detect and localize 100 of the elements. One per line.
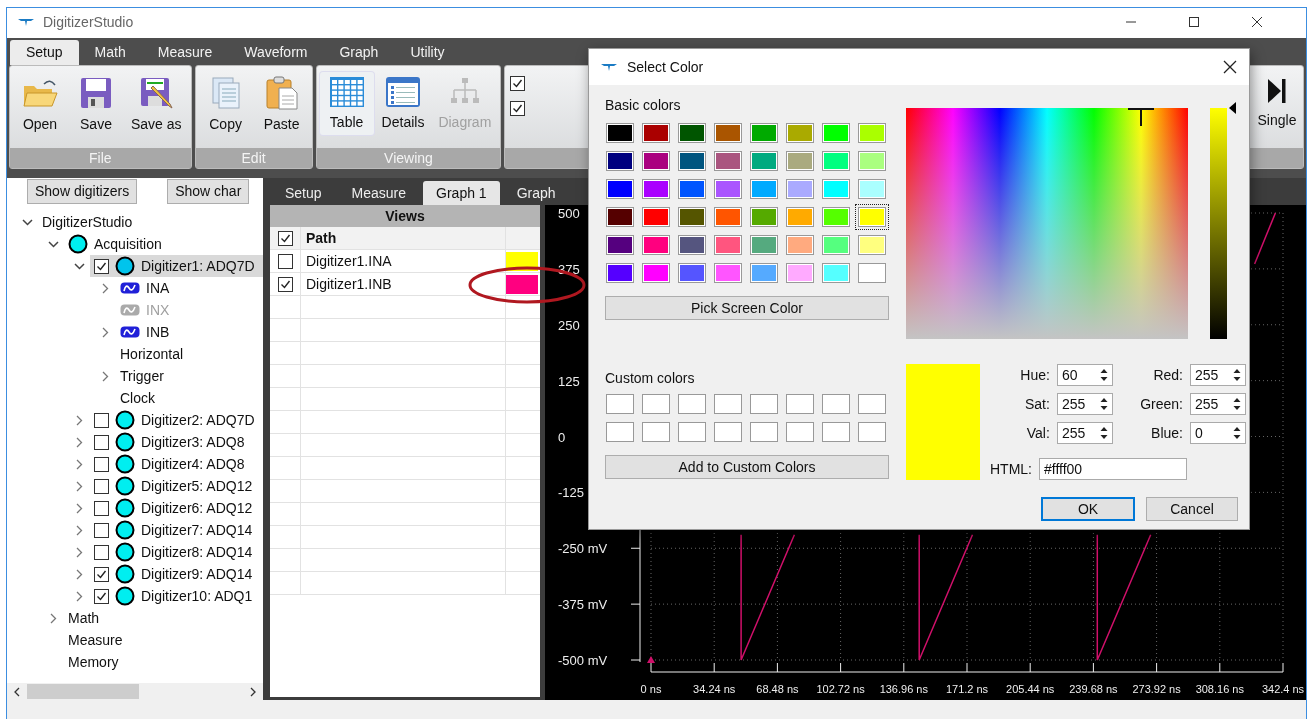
tree-item[interactable]: INB: [120, 323, 174, 341]
color-swatch[interactable]: [783, 419, 817, 445]
color-swatch[interactable]: [639, 120, 673, 146]
checkbox[interactable]: [94, 566, 109, 582]
color-swatch[interactable]: [783, 391, 817, 417]
color-swatch[interactable]: [747, 204, 781, 230]
number-field[interactable]: 255: [1056, 393, 1113, 415]
pick-screen-color-button[interactable]: Pick Screen Color: [605, 296, 889, 320]
color-swatch[interactable]: [711, 391, 745, 417]
ribbon-button[interactable]: Save: [69, 72, 123, 137]
ribbon-button[interactable]: Paste: [254, 72, 309, 137]
color-swatch[interactable]: [711, 176, 745, 202]
color-swatch[interactable]: [675, 176, 709, 202]
slider-arrow-icon[interactable]: [1229, 102, 1236, 114]
panel-tab[interactable]: Graph: [503, 181, 569, 205]
color-swatch[interactable]: [639, 419, 673, 445]
tree-item[interactable]: Digitizer5: ADQ12: [94, 475, 257, 497]
color-swatch[interactable]: [819, 232, 853, 258]
panel-tab[interactable]: Graph 1: [423, 181, 500, 205]
color-swatch[interactable]: [747, 260, 781, 286]
tree-item[interactable]: INA: [120, 279, 174, 297]
color-spectrum[interactable]: [906, 108, 1188, 339]
menu-tab[interactable]: Graph: [323, 40, 395, 65]
color-swatch[interactable]: [603, 176, 637, 202]
checkbox[interactable]: [94, 500, 109, 516]
color-swatch[interactable]: [711, 260, 745, 286]
color-swatch[interactable]: [711, 232, 745, 258]
spin-arrows-icon[interactable]: [1231, 396, 1243, 412]
color-swatch[interactable]: [855, 148, 889, 174]
color-swatch[interactable]: [506, 274, 538, 294]
checkbox[interactable]: [94, 544, 109, 560]
color-swatch[interactable]: [783, 232, 817, 258]
color-swatch[interactable]: [675, 120, 709, 146]
tree-item[interactable]: Digitizer8: ADQ14: [94, 541, 257, 563]
scrollbar[interactable]: [7, 683, 263, 700]
tree-item[interactable]: DigitizerStudio: [42, 213, 137, 231]
tree-item[interactable]: Digitizer1: ADQ7D: [90, 255, 263, 277]
chevron-down-icon[interactable]: [47, 240, 59, 248]
color-swatch[interactable]: [747, 391, 781, 417]
color-swatch[interactable]: [639, 176, 673, 202]
color-swatch[interactable]: [783, 260, 817, 286]
checkbox[interactable]: [94, 478, 109, 494]
input-field[interactable]: #ffff00: [1039, 458, 1187, 480]
color-swatch[interactable]: [639, 148, 673, 174]
chevron-right-icon[interactable]: [75, 546, 83, 558]
panel-button[interactable]: Show char: [167, 179, 250, 204]
color-swatch[interactable]: [783, 120, 817, 146]
color-swatch[interactable]: [603, 204, 637, 230]
checkbox[interactable]: [510, 76, 526, 91]
color-swatch[interactable]: [639, 204, 673, 230]
color-swatch[interactable]: [819, 204, 853, 230]
ribbon-button[interactable]: Details: [375, 72, 431, 135]
color-swatch[interactable]: [747, 176, 781, 202]
color-swatch[interactable]: [711, 204, 745, 230]
value-slider[interactable]: [1210, 108, 1227, 339]
color-swatch[interactable]: [747, 232, 781, 258]
color-swatch[interactable]: [783, 204, 817, 230]
number-field[interactable]: 255: [1056, 422, 1113, 444]
color-swatch[interactable]: [819, 148, 853, 174]
checkbox[interactable]: [94, 258, 109, 274]
menu-tab[interactable]: Math: [78, 40, 142, 65]
tree-item[interactable]: Digitizer10: ADQ1: [94, 585, 257, 607]
tree-item[interactable]: Memory: [68, 653, 123, 671]
checkbox[interactable]: [277, 230, 293, 246]
chevron-right-icon[interactable]: [75, 502, 83, 514]
color-swatch[interactable]: [819, 260, 853, 286]
color-swatch[interactable]: [639, 232, 673, 258]
color-swatch[interactable]: [603, 260, 637, 286]
panel-tab[interactable]: Setup: [272, 181, 335, 205]
checkbox[interactable]: [277, 253, 293, 269]
color-swatch[interactable]: [675, 260, 709, 286]
menu-tab[interactable]: Setup: [10, 40, 79, 65]
checkbox[interactable]: [94, 588, 109, 604]
color-swatch[interactable]: [711, 120, 745, 146]
chevron-down-icon[interactable]: [73, 262, 85, 270]
tree-item[interactable]: Digitizer6: ADQ12: [94, 497, 257, 519]
color-swatch[interactable]: [603, 419, 637, 445]
ribbon-button[interactable]: Single: [1250, 72, 1304, 133]
checkbox[interactable]: [94, 522, 109, 538]
checkbox[interactable]: [510, 101, 526, 116]
tree-item[interactable]: Digitizer7: ADQ14: [94, 519, 257, 541]
color-swatch[interactable]: [819, 391, 853, 417]
color-swatch[interactable]: [711, 148, 745, 174]
number-field[interactable]: 0: [1190, 422, 1246, 444]
color-swatch[interactable]: [855, 260, 889, 286]
chevron-right-icon[interactable]: [75, 568, 83, 580]
color-swatch[interactable]: [675, 148, 709, 174]
color-swatch[interactable]: [639, 391, 673, 417]
tree-item[interactable]: Acquisition: [68, 233, 166, 255]
add-custom-color-button[interactable]: Add to Custom Colors: [605, 455, 889, 479]
menu-tab[interactable]: Waveform: [228, 40, 324, 65]
color-swatch[interactable]: [675, 232, 709, 258]
maximize-icon[interactable]: [1188, 16, 1200, 28]
arrow-right-icon[interactable]: [249, 686, 257, 697]
ribbon-button[interactable]: Save as: [125, 72, 188, 137]
chevron-right-icon[interactable]: [75, 480, 83, 492]
color-swatch[interactable]: [855, 419, 889, 445]
chevron-right-icon[interactable]: [101, 326, 109, 338]
tree-item[interactable]: Trigger: [120, 367, 168, 385]
chevron-right-icon[interactable]: [101, 370, 109, 382]
